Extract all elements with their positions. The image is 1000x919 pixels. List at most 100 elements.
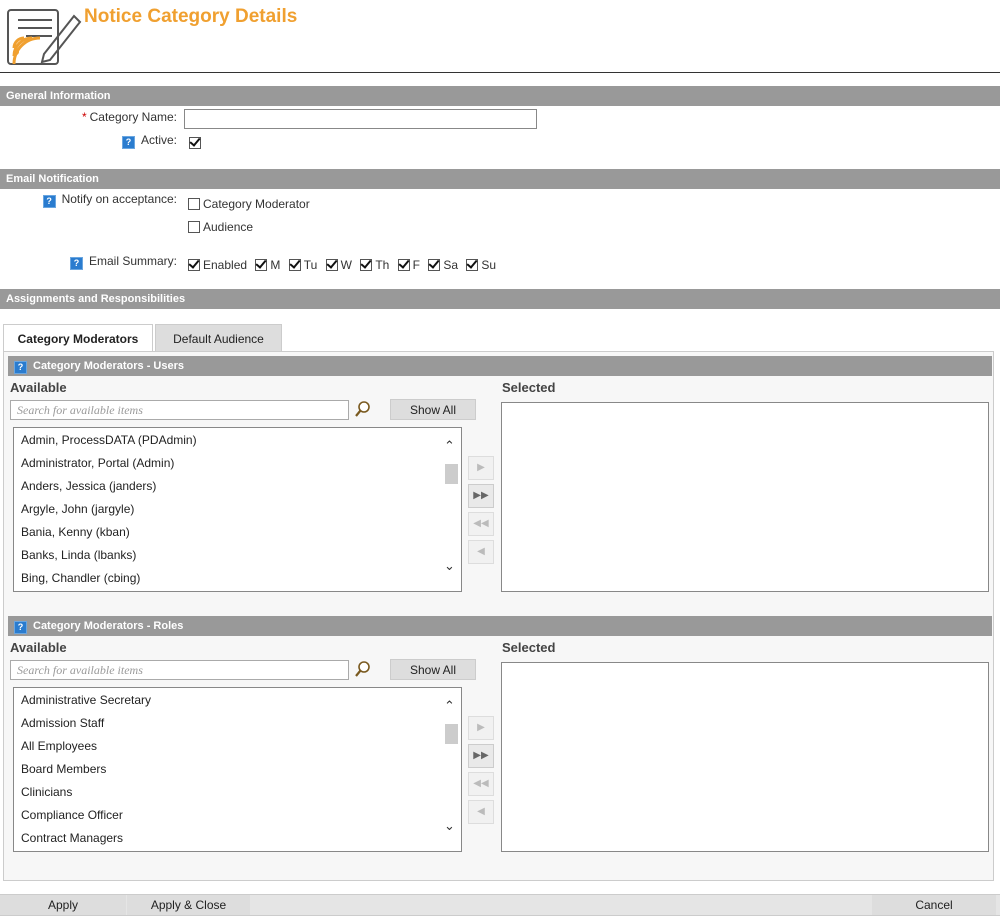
list-item[interactable]: Banks, Linda (lbanks)	[14, 544, 461, 567]
email-summary-label-text: Email Summary:	[88, 254, 177, 268]
section-assignments: Assignments and Responsibilities	[0, 289, 1000, 309]
list-item[interactable]: Clinicians	[14, 781, 461, 804]
notify-option-category-moderator[interactable]: Category Moderator	[188, 197, 310, 211]
summary-tu-checkbox[interactable]	[288, 259, 301, 271]
help-icon[interactable]: ?	[14, 621, 27, 634]
roles-search-input[interactable]	[10, 660, 349, 680]
footer-toolbar: Apply Apply & Close Cancel	[0, 894, 1000, 916]
move-all-left-button[interactable]: ◀◀	[468, 772, 494, 796]
roles-list-scrollbar[interactable]: ⌃ ⌄	[443, 690, 459, 849]
users-selected-label: Selected	[502, 380, 556, 395]
summary-enabled-checkbox[interactable]	[188, 259, 200, 271]
summary-m-checkbox[interactable]	[255, 259, 268, 271]
active-label: ? Active:	[0, 133, 177, 149]
summary-su-label: Su	[481, 258, 497, 272]
apply-button[interactable]: Apply	[0, 895, 126, 915]
notify-moderator-checkbox[interactable]	[188, 198, 200, 210]
summary-sa-label: Sa	[443, 258, 459, 272]
summary-sa-checkbox[interactable]	[428, 259, 441, 271]
roles-available-label: Available	[10, 640, 67, 655]
summary-day-f[interactable]: F	[397, 258, 421, 272]
chevron-down-icon[interactable]: ⌄	[444, 558, 455, 574]
users-available-list[interactable]: Admin, ProcessDATA (PDAdmin) Administrat…	[13, 427, 462, 592]
tab-default-audience[interactable]: Default Audience	[155, 324, 282, 352]
move-all-right-button[interactable]: ▶▶	[468, 744, 494, 768]
summary-day-th[interactable]: Th	[360, 258, 389, 272]
notice-logo-icon	[7, 9, 82, 65]
list-item[interactable]: Anders, Jessica (janders)	[14, 475, 461, 498]
summary-f-label: F	[412, 258, 421, 272]
roles-selected-list[interactable]	[501, 662, 989, 852]
list-item[interactable]: Admission Staff	[14, 712, 461, 735]
notify-moderator-label: Category Moderator	[203, 197, 310, 211]
chevron-up-icon[interactable]: ⌃	[444, 438, 455, 454]
notify-label-text: Notify on acceptance:	[61, 192, 177, 206]
chevron-up-icon[interactable]: ⌃	[444, 698, 455, 714]
list-item[interactable]: Admin, ProcessDATA (PDAdmin)	[14, 429, 461, 452]
notify-on-acceptance-label: ? Notify on acceptance:	[0, 192, 177, 208]
tab-category-moderators[interactable]: Category Moderators	[3, 324, 153, 352]
summary-th-label: Th	[375, 258, 390, 272]
help-icon[interactable]: ?	[14, 361, 27, 374]
move-all-left-button[interactable]: ◀◀	[468, 512, 494, 536]
cancel-button[interactable]: Cancel	[872, 895, 996, 915]
search-icon[interactable]	[354, 660, 372, 678]
roles-show-all-button[interactable]: Show All	[390, 659, 476, 680]
list-item[interactable]: Board Members	[14, 758, 461, 781]
users-selected-list[interactable]	[501, 402, 989, 592]
move-left-button[interactable]: ◀	[468, 540, 494, 564]
summary-su-checkbox[interactable]	[466, 259, 479, 271]
section-general-information: General Information	[0, 86, 1000, 106]
list-item[interactable]: Administrator, Portal (Admin)	[14, 452, 461, 475]
list-item[interactable]: Compliance Officer	[14, 804, 461, 827]
users-available-label: Available	[10, 380, 67, 395]
summary-day-m[interactable]: M	[255, 258, 280, 272]
list-item[interactable]: Contract Managers	[14, 827, 461, 850]
list-item[interactable]: Argyle, John (jargyle)	[14, 498, 461, 521]
category-name-label: * Category Name:	[0, 110, 177, 124]
summary-tu-label: Tu	[303, 258, 318, 272]
section-email-notification: Email Notification	[0, 169, 1000, 189]
apply-close-button[interactable]: Apply & Close	[127, 895, 250, 915]
list-item[interactable]: Administrative Secretary	[14, 689, 461, 712]
move-all-right-button[interactable]: ▶▶	[468, 484, 494, 508]
summary-day-sa[interactable]: Sa	[428, 258, 458, 272]
summary-m-label: M	[270, 258, 281, 272]
summary-day-w[interactable]: W	[325, 258, 352, 272]
list-item[interactable]: Bing, Chandler (cbing)	[14, 567, 461, 590]
notify-audience-label: Audience	[203, 220, 254, 234]
active-checkbox[interactable]	[189, 137, 201, 149]
category-name-input[interactable]	[184, 109, 537, 129]
summary-day-tu[interactable]: Tu	[288, 258, 318, 272]
summary-f-checkbox[interactable]	[397, 259, 410, 271]
category-name-label-text: Category Name:	[89, 110, 177, 124]
page-title: Notice Category Details	[84, 6, 298, 27]
summary-w-checkbox[interactable]	[325, 259, 338, 271]
scroll-thumb[interactable]	[445, 724, 458, 744]
summary-enabled[interactable]: Enabled	[188, 258, 247, 272]
list-item[interactable]: Bania, Kenny (kban)	[14, 521, 461, 544]
search-icon[interactable]	[354, 400, 372, 418]
help-icon[interactable]: ?	[121, 136, 135, 149]
move-left-button[interactable]: ◀	[468, 800, 494, 824]
move-right-button[interactable]: ▶	[468, 456, 494, 480]
roles-selected-label: Selected	[502, 640, 556, 655]
move-right-button[interactable]: ▶	[468, 716, 494, 740]
users-panel-title: Category Moderators - Users	[33, 360, 184, 372]
chevron-down-icon[interactable]: ⌄	[444, 818, 455, 834]
summary-day-su[interactable]: Su	[466, 258, 496, 272]
active-label-text: Active:	[140, 133, 177, 147]
users-show-all-button[interactable]: Show All	[390, 399, 476, 420]
summary-th-checkbox[interactable]	[360, 259, 373, 271]
list-item[interactable]: All Employees	[14, 735, 461, 758]
users-search-input[interactable]	[10, 400, 349, 420]
help-icon[interactable]: ?	[42, 195, 56, 208]
roles-available-list[interactable]: Administrative Secretary Admission Staff…	[13, 687, 462, 852]
users-list-scrollbar[interactable]: ⌃ ⌄	[443, 430, 459, 589]
scroll-thumb[interactable]	[445, 464, 458, 484]
page-header: Notice Category Details	[0, 0, 1000, 73]
users-panel-header: ? Category Moderators - Users	[8, 356, 992, 376]
help-icon[interactable]: ?	[69, 257, 83, 270]
notify-audience-checkbox[interactable]	[188, 221, 200, 233]
notify-option-audience[interactable]: Audience	[188, 220, 253, 234]
